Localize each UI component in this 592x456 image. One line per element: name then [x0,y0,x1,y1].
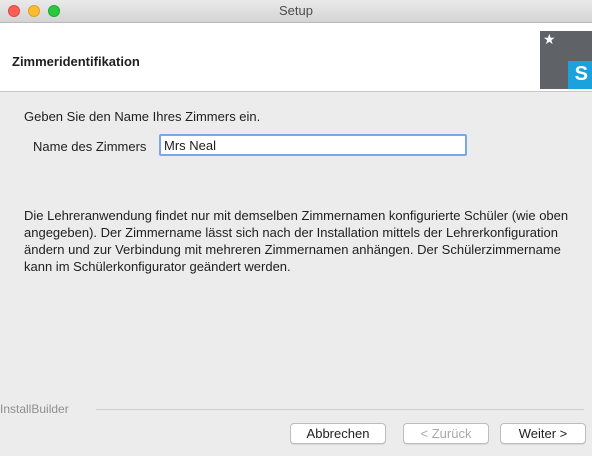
installbuilder-brand: InstallBuilder [0,402,69,416]
star-icon: ★ [543,31,556,47]
back-button[interactable]: < Zurück [403,423,489,444]
footer-divider [96,409,584,410]
cancel-button[interactable]: Abbrechen [290,423,386,444]
logo-letter: S [574,63,588,85]
intro-text: Geben Sie den Name Ihres Zimmers ein. [24,109,261,124]
room-name-label: Name des Zimmers [33,139,147,154]
title-bar: Setup [0,0,592,23]
room-name-input[interactable] [159,134,467,156]
window-title: Setup [279,3,313,18]
wizard-header: Zimmeridentifikation ★ S [0,23,592,92]
page-title: Zimmeridentifikation [12,54,140,69]
app-logo: ★ S [540,31,592,89]
next-button[interactable]: Weiter > [500,423,586,444]
info-text: Die Lehreranwendung findet nur mit demse… [24,208,569,274]
